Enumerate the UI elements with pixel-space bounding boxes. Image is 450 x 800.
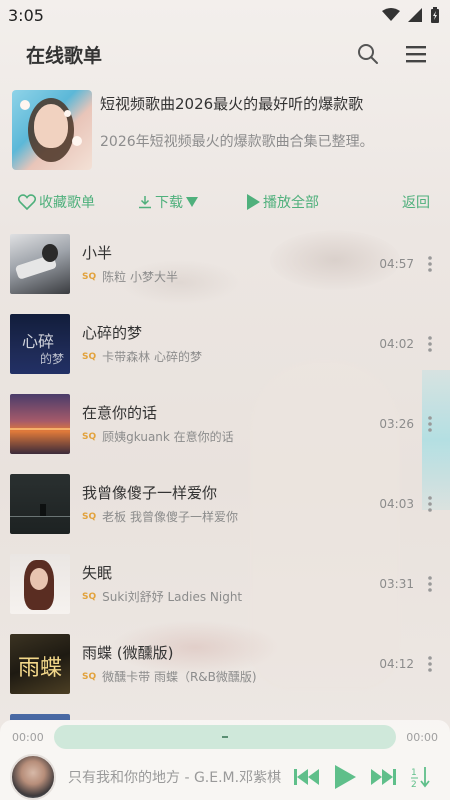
- song-row[interactable]: 雨蝶 雨蝶 (微醺版) SQ 微醺卡带 雨蝶（R&B微醺版) 04:12: [0, 624, 450, 704]
- more-options-button[interactable]: [420, 569, 440, 599]
- song-row[interactable]: 小半 SQ 陈粒 小梦大半 04:57: [0, 224, 450, 304]
- search-button[interactable]: [350, 36, 386, 72]
- song-artist: 顾姨gkuank 在意你的话: [102, 430, 234, 444]
- back-button[interactable]: 返回: [402, 192, 432, 212]
- song-duration: 04:12: [379, 657, 414, 671]
- song-duration: 04:03: [379, 497, 414, 511]
- sort-icon: 12: [411, 767, 430, 789]
- menu-button[interactable]: [398, 36, 434, 72]
- quality-badge: SQ: [82, 671, 97, 682]
- playlist-title: 短视频歌曲2026最火的最好听的爆款歌: [100, 95, 364, 113]
- favorite-label: 收藏歌单: [39, 195, 95, 211]
- more-vertical-icon: [428, 336, 432, 352]
- battery-icon: [431, 7, 439, 23]
- song-cover: 心碎 的梦: [10, 314, 70, 374]
- playlist-description: 2026年短视频最火的爆款歌曲合集已整理。: [100, 134, 374, 150]
- previous-button[interactable]: [288, 758, 326, 796]
- song-duration: 04:57: [379, 257, 414, 271]
- song-title: 失眠: [82, 564, 113, 582]
- signal-icon: [408, 8, 422, 22]
- more-vertical-icon: [428, 496, 432, 512]
- app-bar: 在线歌单: [0, 30, 450, 78]
- sort-order-button[interactable]: 12: [402, 758, 440, 796]
- caret-down-icon: [186, 197, 198, 207]
- song-title: 心碎的梦: [82, 324, 143, 342]
- heart-icon: [18, 194, 36, 210]
- progress-bar[interactable]: [54, 725, 396, 749]
- more-vertical-icon: [428, 416, 432, 432]
- play-icon: [247, 194, 260, 210]
- mini-player: 00:00 00:00 只有我和你的地方 - G.E.M.邓紫棋 12: [0, 720, 450, 800]
- more-options-button[interactable]: [420, 329, 440, 359]
- song-row[interactable]: 我曾像傻子一样爱你 SQ 老板 我曾像傻子一样爱你 04:03: [0, 464, 450, 544]
- play-icon: [335, 765, 356, 789]
- song-artist: 老板 我曾像傻子一样爱你: [102, 510, 238, 524]
- song-row[interactable]: 在意你的话 SQ 顾姨gkuank 在意你的话 03:26: [0, 384, 450, 464]
- skip-previous-icon: [294, 769, 319, 785]
- song-row-partial[interactable]: [0, 704, 450, 720]
- quality-badge: SQ: [82, 511, 97, 522]
- playlist-header: 短视频歌曲2026最火的最好听的爆款歌 2026年短视频最火的爆款歌曲合集已整理…: [0, 78, 450, 170]
- song-cover: 雨蝶: [10, 634, 70, 694]
- song-row[interactable]: 失眠 SQ Suki刘舒妤 Ladies Night 03:31: [0, 544, 450, 624]
- more-options-button[interactable]: [420, 249, 440, 279]
- more-vertical-icon: [428, 576, 432, 592]
- playlist-cover: [12, 90, 92, 170]
- song-row[interactable]: 心碎 的梦 心碎的梦 SQ 卡带森林 心碎的梦 04:02: [0, 304, 450, 384]
- favorite-playlist-button[interactable]: 收藏歌单: [18, 192, 138, 212]
- more-vertical-icon: [428, 256, 432, 272]
- current-time: 00:00: [12, 730, 44, 744]
- quality-badge: SQ: [82, 431, 97, 442]
- menu-icon: [406, 46, 426, 63]
- quality-badge: SQ: [82, 591, 97, 602]
- progress-knob[interactable]: [222, 736, 228, 738]
- now-playing-title[interactable]: 只有我和你的地方 - G.E.M.邓紫棋: [68, 767, 288, 787]
- song-artist: Suki刘舒妤 Ladies Night: [102, 590, 243, 604]
- play-all-label: 播放全部: [263, 195, 319, 211]
- song-cover: [10, 394, 70, 454]
- status-bar: 3:05: [0, 0, 450, 30]
- more-options-button[interactable]: [420, 489, 440, 519]
- song-artist: 微醺卡带 雨蝶（R&B微醺版): [102, 670, 257, 684]
- song-artist: 陈粒 小梦大半: [102, 270, 178, 284]
- play-all-button[interactable]: 播放全部: [246, 192, 402, 212]
- wifi-icon: [382, 8, 400, 21]
- more-options-button[interactable]: [420, 649, 440, 679]
- song-duration: 03:31: [379, 577, 414, 591]
- page-title: 在线歌单: [26, 44, 103, 67]
- song-title: 在意你的话: [82, 404, 158, 422]
- skip-next-icon: [371, 769, 396, 785]
- download-icon: [139, 196, 151, 209]
- song-cover: [10, 234, 70, 294]
- download-button[interactable]: 下载: [138, 192, 246, 212]
- play-pause-button[interactable]: [326, 758, 364, 796]
- song-title: 小半: [82, 244, 113, 262]
- more-vertical-icon: [428, 656, 432, 672]
- more-options-button[interactable]: [420, 409, 440, 439]
- download-label: 下载: [155, 195, 183, 211]
- song-duration: 04:02: [379, 337, 414, 351]
- song-duration: 03:26: [379, 417, 414, 431]
- now-playing-cover[interactable]: [10, 754, 56, 800]
- status-time: 3:05: [8, 5, 44, 25]
- song-cover: [10, 474, 70, 534]
- next-button[interactable]: [364, 758, 402, 796]
- song-title: 我曾像傻子一样爱你: [82, 484, 218, 502]
- total-time: 00:00: [406, 730, 438, 744]
- search-icon: [358, 44, 378, 64]
- song-cover: [10, 554, 70, 614]
- playlist-actions: 收藏歌单 下载 播放全部 返回: [0, 180, 450, 224]
- svg-text:1: 1: [411, 768, 417, 778]
- quality-badge: SQ: [82, 351, 97, 362]
- song-artist: 卡带森林 心碎的梦: [102, 350, 202, 364]
- song-title: 雨蝶 (微醺版): [82, 644, 174, 662]
- svg-text:2: 2: [411, 780, 417, 789]
- quality-badge: SQ: [82, 271, 97, 282]
- song-list[interactable]: 小半 SQ 陈粒 小梦大半 04:57 心碎 的梦 心碎的梦 SQ 卡带森林 心碎的…: [0, 224, 450, 720]
